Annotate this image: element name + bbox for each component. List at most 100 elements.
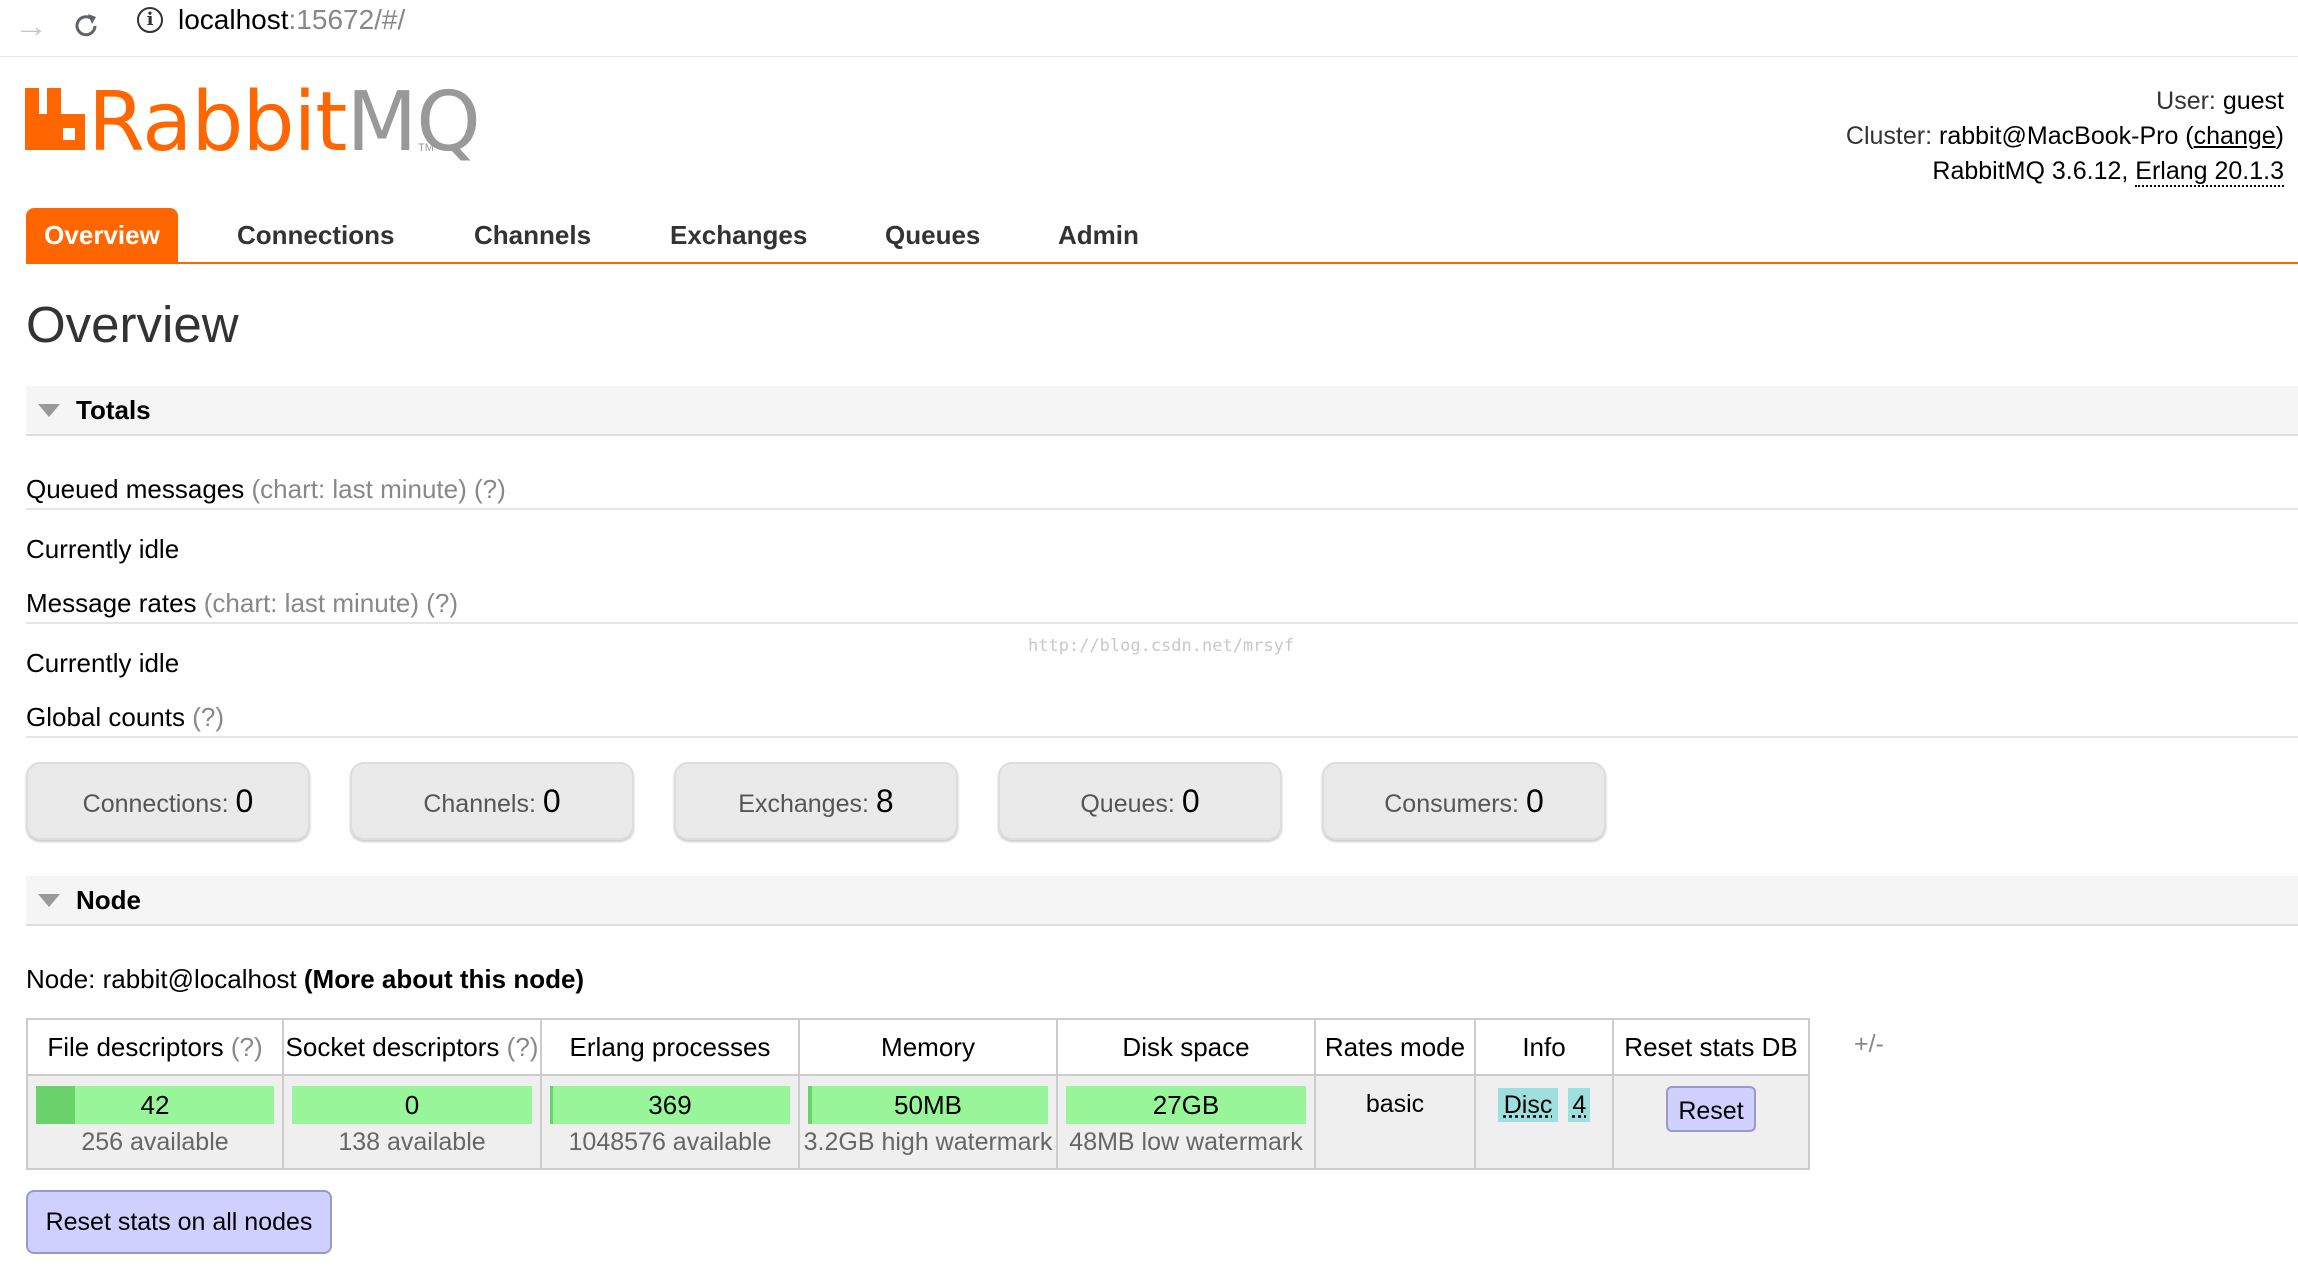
page-title: Overview bbox=[26, 296, 239, 353]
tab-overview[interactable]: Overview bbox=[26, 208, 178, 263]
help-link[interactable]: (?) bbox=[231, 1032, 263, 1062]
th-rates-mode: Rates mode bbox=[1314, 1018, 1476, 1076]
table-row: 42 256 available 0 138 available 369 104… bbox=[26, 1074, 1810, 1170]
th-reset-stats-db: Reset stats DB bbox=[1612, 1018, 1810, 1076]
global-label-text: Global counts bbox=[26, 702, 185, 732]
tab-connections[interactable]: Connections bbox=[237, 208, 394, 263]
address-bar[interactable]: localhost:15672/#/ bbox=[178, 3, 405, 37]
node-label: Node: rabbit@localhost bbox=[26, 964, 297, 994]
message-rates-label: Message rates (chart: last minute) (?) bbox=[26, 587, 458, 619]
help-link[interactable]: (?) bbox=[507, 1032, 539, 1062]
collapse-triangle-icon bbox=[38, 404, 60, 417]
info-badges: Disc 4 bbox=[1497, 1088, 1591, 1122]
rates-label-text: Message rates bbox=[26, 588, 197, 618]
count-value: 0 bbox=[1525, 783, 1544, 819]
count-consumers-button[interactable]: Consumers: 0 bbox=[1322, 762, 1606, 840]
logo-tm: TM bbox=[418, 142, 434, 154]
version-text: RabbitMQ 3.6.12, bbox=[1932, 157, 2129, 185]
url-host: localhost bbox=[178, 4, 289, 35]
logo-mq-text: MQ bbox=[346, 75, 480, 170]
memory-watermark: 3.2GB high watermark bbox=[803, 1128, 1053, 1156]
cell-rates-mode: basic bbox=[1314, 1074, 1476, 1170]
node-title: Node bbox=[76, 885, 141, 915]
divider bbox=[26, 622, 2298, 624]
node-line: Node: rabbit@localhost (More about this … bbox=[26, 962, 584, 996]
count-value: 8 bbox=[875, 783, 894, 819]
node-section-header[interactable]: Node bbox=[26, 876, 2298, 926]
file-descriptors-available: 256 available bbox=[81, 1128, 229, 1156]
cell-erlang-processes: 369 1048576 available bbox=[540, 1074, 800, 1170]
erlang-version[interactable]: Erlang 20.1.3 bbox=[2135, 157, 2284, 187]
bar-fill bbox=[550, 1086, 553, 1124]
logo-wordmark: RabbitMQ bbox=[88, 75, 481, 170]
file-descriptors-bar: 42 bbox=[36, 1086, 274, 1124]
th-label: Socket descriptors bbox=[285, 1031, 500, 1062]
tab-channels[interactable]: Channels bbox=[474, 208, 591, 263]
bar-value: 0 bbox=[404, 1090, 420, 1120]
count-connections-button[interactable]: Connections: 0 bbox=[26, 762, 310, 840]
info-count-badge[interactable]: 4 bbox=[1568, 1088, 1591, 1122]
count-label: Connections: bbox=[82, 790, 229, 818]
disc-badge[interactable]: Disc bbox=[1497, 1088, 1559, 1122]
th-memory: Memory bbox=[798, 1018, 1058, 1076]
browser-toolbar: → i localhost:15672/#/ bbox=[0, 0, 2298, 57]
cell-memory: 50MB 3.2GB high watermark bbox=[798, 1074, 1058, 1170]
count-channels-button[interactable]: Channels: 0 bbox=[350, 762, 634, 840]
socket-descriptors-available: 138 available bbox=[338, 1128, 486, 1156]
count-value: 0 bbox=[1181, 783, 1200, 819]
bar-fill bbox=[808, 1086, 812, 1124]
logo-rabbit-text: Rabbit bbox=[88, 75, 347, 170]
bar-fill bbox=[36, 1086, 76, 1124]
memory-bar: 50MB bbox=[808, 1086, 1048, 1124]
user-label: User: bbox=[2156, 87, 2216, 115]
queued-messages-label: Queued messages (chart: last minute) (?) bbox=[26, 473, 506, 505]
tab-queues[interactable]: Queues bbox=[885, 208, 980, 263]
watermark-text: http://blog.csdn.net/mrsyf bbox=[1028, 636, 1295, 656]
cell-reset-stats-db: Reset bbox=[1612, 1074, 1810, 1170]
cluster-change-link[interactable]: change bbox=[2194, 122, 2276, 150]
th-erlang-processes: Erlang processes bbox=[540, 1018, 800, 1076]
reset-stats-all-nodes-button[interactable]: Reset stats on all nodes bbox=[26, 1190, 332, 1254]
user-value: guest bbox=[2222, 87, 2284, 115]
th-file-descriptors: File descriptors (?) bbox=[26, 1018, 284, 1076]
bar-value: 369 bbox=[648, 1090, 692, 1120]
th-socket-descriptors: Socket descriptors (?) bbox=[282, 1018, 542, 1076]
totals-title: Totals bbox=[76, 395, 151, 425]
reset-button[interactable]: Reset bbox=[1666, 1086, 1756, 1132]
rates-hint[interactable]: (chart: last minute) (?) bbox=[204, 588, 458, 618]
disk-watermark: 48MB low watermark bbox=[1069, 1128, 1303, 1156]
cell-file-descriptors: 42 256 available bbox=[26, 1074, 284, 1170]
reload-icon[interactable] bbox=[70, 6, 102, 51]
bar-value: 42 bbox=[140, 1090, 170, 1120]
count-exchanges-button[interactable]: Exchanges: 8 bbox=[674, 762, 958, 840]
rates-mode-value: basic bbox=[1365, 1090, 1425, 1118]
th-disk-space: Disk space bbox=[1056, 1018, 1316, 1076]
bar-value: 50MB bbox=[894, 1090, 962, 1120]
th-info: Info bbox=[1474, 1018, 1614, 1076]
totals-section-header[interactable]: Totals bbox=[26, 386, 2298, 436]
column-toggle-link[interactable]: +/- bbox=[1854, 1030, 1884, 1059]
more-about-node-link[interactable]: (More about this node) bbox=[304, 964, 584, 994]
table-header-row: File descriptors (?) Socket descriptors … bbox=[26, 1018, 1810, 1076]
global-hint[interactable]: (?) bbox=[192, 702, 224, 732]
cluster-label: Cluster: bbox=[1845, 122, 1933, 150]
th-label: File descriptors bbox=[47, 1031, 224, 1062]
info-icon[interactable]: i bbox=[137, 7, 163, 33]
count-label: Channels: bbox=[423, 790, 536, 818]
node-table: File descriptors (?) Socket descriptors … bbox=[26, 1018, 1810, 1170]
count-label: Consumers: bbox=[1384, 790, 1519, 818]
queued-hint[interactable]: (chart: last minute) (?) bbox=[251, 474, 505, 504]
rabbitmq-logo-icon[interactable] bbox=[25, 88, 85, 150]
tab-admin[interactable]: Admin bbox=[1058, 208, 1139, 263]
arrow-right-icon[interactable]: → bbox=[14, 6, 48, 46]
bar-value: 27GB bbox=[1152, 1090, 1220, 1120]
count-queues-button[interactable]: Queues: 0 bbox=[998, 762, 1282, 840]
tab-exchanges[interactable]: Exchanges bbox=[670, 208, 807, 263]
tab-underline bbox=[26, 262, 2298, 264]
count-value: 0 bbox=[542, 783, 561, 819]
cluster-value: rabbit@MacBook-Pro bbox=[1939, 122, 2179, 150]
count-label: Exchanges: bbox=[738, 790, 869, 818]
disk-space-bar: 27GB bbox=[1066, 1086, 1306, 1124]
url-path: :15672/#/ bbox=[288, 4, 406, 35]
socket-descriptors-bar: 0 bbox=[292, 1086, 532, 1124]
